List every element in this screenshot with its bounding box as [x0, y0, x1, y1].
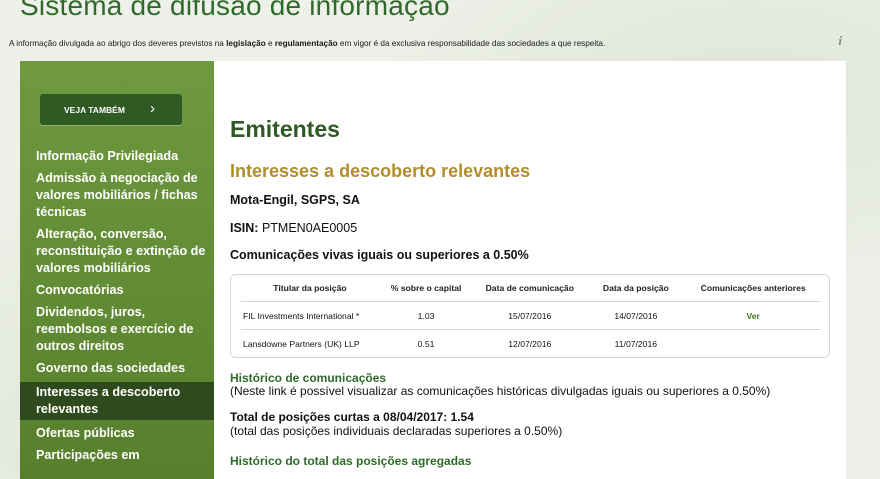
table-cell: 12/07/2016	[508, 338, 552, 349]
column-header: Data da posição	[586, 275, 686, 302]
column-header: Data de comunicação	[473, 275, 587, 302]
info-icon[interactable]: i	[838, 33, 842, 49]
total-positions-note: (total das posições individuais declarad…	[230, 424, 563, 438]
section-title: Interesses a descoberto relevantes	[230, 161, 531, 181]
legislacao-link[interactable]: legislação	[226, 39, 266, 48]
sidebar-item-convocatorias[interactable]: Convocatórias	[20, 282, 214, 299]
column-header: Comunicações anteriores	[685, 275, 821, 302]
disclaimer: A informação divulgada ao abrigo dos dev…	[9, 39, 606, 48]
communications-title: Comunicações vivas iguais ou superiores …	[230, 248, 529, 262]
page-title: Emitentes	[230, 116, 340, 142]
company-name: Mota-Engil, SGPS, SA	[230, 193, 360, 207]
site-title: Sistema de difusão de informação	[20, 0, 450, 21]
history-description: (Neste link é possível visualizar as com…	[230, 384, 771, 398]
isin-line: ISIN: PTMEN0AE0005	[230, 221, 357, 235]
positions-table-container: Titular da posição % sobre o capital Dat…	[230, 274, 830, 358]
isin-label: ISIN:	[230, 221, 259, 235]
table-cell: 1.03	[378, 301, 474, 330]
table-cell: 15/07/2016	[473, 301, 587, 330]
sidebar-item-alteracao[interactable]: Alteração, conversão, reconstituição e e…	[20, 226, 214, 277]
positions-table: Titular da posição % sobre o capital Dat…	[241, 275, 821, 357]
table-row: FIL Investments International * 1.03 15/…	[241, 301, 821, 330]
sidebar-item-governo[interactable]: Governo das sociedades	[20, 360, 214, 377]
table-cell: 14/07/2016	[586, 301, 686, 330]
column-header: % sobre o capital	[378, 275, 474, 302]
sidebar-item-participacoes[interactable]: Participações em	[20, 447, 214, 464]
column-header: Titular da posição	[241, 275, 379, 302]
chevron-right-icon: ›	[150, 100, 155, 117]
total-positions-title: Total de posições curtas a 08/04/2017: 1…	[230, 410, 474, 424]
veja-tambem-button[interactable]: VEJA TAMBÉM ›	[40, 94, 182, 125]
regulamentacao-link[interactable]: regulamentação	[275, 39, 338, 48]
ver-link[interactable]: Ver	[685, 301, 821, 330]
table-row: Lansdowne Partners (UK) LLP 0.51 12/07/2…	[241, 330, 821, 358]
sidebar-item-admissao[interactable]: Admissão à negociação de valores mobiliá…	[20, 170, 214, 221]
sidebar-item-dividendos[interactable]: Dividendos, juros, reembolsos e exercíci…	[20, 304, 214, 355]
table-cell	[685, 330, 821, 358]
sidebar: VEJA TAMBÉM › Informação Privilegiada Ad…	[20, 61, 214, 479]
table-cell: 11/07/2016	[614, 338, 658, 349]
sidebar-item-informacao-privilegiada[interactable]: Informação Privilegiada	[20, 148, 214, 165]
veja-tambem-label: VEJA TAMBÉM	[64, 104, 125, 115]
main-content: Emitentes Interesses a descoberto releva…	[214, 61, 846, 479]
sidebar-nav: Informação Privilegiada Admissão à negoc…	[20, 148, 214, 469]
table-cell: Lansdowne Partners (UK) LLP	[243, 338, 360, 349]
history-link[interactable]: Histórico de comunicações	[230, 371, 386, 385]
sidebar-item-ofertas[interactable]: Ofertas públicas	[20, 425, 214, 442]
isin-value: PTMEN0AE0005	[258, 221, 358, 235]
table-cell: 0.51	[417, 338, 435, 349]
sidebar-item-interesses[interactable]: Interesses a descoberto relevantes	[20, 382, 214, 420]
aggregate-history-link[interactable]: Histórico do total das posições agregada…	[230, 454, 471, 468]
table-header-row: Titular da posição % sobre o capital Dat…	[241, 275, 821, 302]
table-cell: FIL Investments International *	[241, 301, 379, 330]
